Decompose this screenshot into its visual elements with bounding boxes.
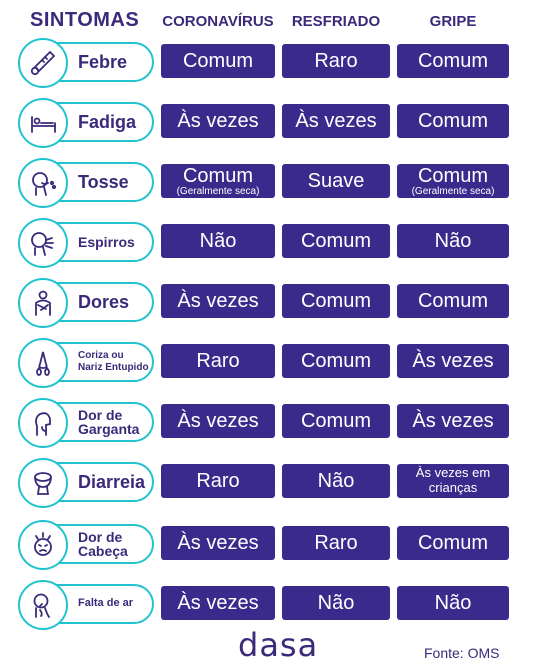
header-symptoms: SINTOMAS [30,9,140,31]
cell-coronavirus: Às vezes [161,586,275,620]
thermometer-icon [18,38,68,88]
cell-flu: Não [397,224,509,258]
symptom-row-tosse: Tosse Comum (Geralmente seca) Suave Comum… [0,158,534,208]
cell-cold: Suave [282,164,390,198]
symptom-pill: Fadiga [18,98,154,148]
symptom-row-febre: Febre Comum Raro Comum [0,38,534,88]
cell-coronavirus: Não [161,224,275,258]
cell-flu: Comum [397,284,509,318]
symptom-row-falta-de-ar: Falta de ar Às vezes Não Não [0,580,534,630]
cell-coronavirus: Raro [161,344,275,378]
cell-coronavirus: Às vezes [161,104,275,138]
sore-throat-icon [18,398,68,448]
body-ache-icon [18,278,68,328]
symptom-pill: Dores [18,278,154,328]
shortness-of-breath-icon [18,580,68,630]
symptom-pill: Febre [18,38,154,88]
cell-coronavirus: Comum [161,44,275,78]
cell-cold: Comum [282,344,390,378]
symptom-pill: Tosse [18,158,154,208]
cell-flu: Comum (Geralmente seca) [397,164,509,198]
symptom-label: Dores [78,292,130,312]
symptom-row-diarreia: Diarreia Raro Não Às vezes em crianças [0,458,534,508]
header-flu: GRIPE [429,13,477,30]
symptom-label: Fadiga [78,112,137,132]
cell-coronavirus: Comum (Geralmente seca) [161,164,275,198]
symptom-label: Espirros [78,234,135,250]
dasa-logo: dasa [238,626,319,664]
symptom-label: Coriza ou Nariz Entupido [78,349,149,374]
cell-cold: Raro [282,526,390,560]
symptom-label: Diarreia [78,472,146,492]
cell-flu: Comum [397,526,509,560]
cell-coronavirus: Às vezes [161,526,275,560]
source-text: Fonte: OMS [424,645,500,661]
toilet-icon [18,458,68,508]
symptom-row-dores: Dores Às vezes Comum Comum [0,278,534,328]
symptom-label: Dor de Cabeça [78,529,128,559]
cell-cold: Comum [282,224,390,258]
symptom-label: Dor de Garganta [78,407,140,437]
symptom-row-fadiga: Fadiga Às vezes Às vezes Comum [0,98,534,148]
cell-coronavirus: Raro [161,464,275,498]
symptom-pill: Coriza ou Nariz Entupido [18,338,154,388]
symptom-row-espirros: Espirros Não Comum Não [0,218,534,268]
cell-flu: Às vezes [397,404,509,438]
cell-flu: Não [397,586,509,620]
cell-cold: Comum [282,404,390,438]
symptom-pill: Falta de ar [18,580,154,630]
headache-icon [18,520,68,570]
symptom-pill: Espirros [18,218,154,268]
symptom-label: Tosse [78,172,129,192]
cell-flu: Comum [397,104,509,138]
cell-cold: Às vezes [282,104,390,138]
symptom-label: Falta de ar [78,597,134,610]
bed-icon [18,98,68,148]
symptom-pill: Dor de Garganta [18,398,154,448]
cell-flu: Comum [397,44,509,78]
header-coronavirus: CORONAVÍRUS [162,13,274,30]
symptom-label: Febre [78,52,128,72]
cell-flu: Às vezes em crianças [397,464,509,498]
symptom-pill: Dor de Cabeça [18,520,154,570]
symptom-row-dor-de-cabeca: Dor de Cabeça Às vezes Raro Comum [0,520,534,570]
cell-cold: Não [282,586,390,620]
cell-flu: Às vezes [397,344,509,378]
cell-coronavirus: Às vezes [161,284,275,318]
symptom-row-dor-de-garganta: Dor de Garganta Às vezes Comum Às vezes [0,398,534,448]
symptom-row-coriza: Coriza ou Nariz Entupido Raro Comum Às v… [0,338,534,388]
sneeze-icon [18,218,68,268]
cough-icon [18,158,68,208]
symptom-pill: Diarreia [18,458,154,508]
runny-nose-icon [18,338,68,388]
cell-coronavirus: Às vezes [161,404,275,438]
header-cold: RESFRIADO [291,13,381,30]
cell-cold: Não [282,464,390,498]
cell-cold: Raro [282,44,390,78]
cell-cold: Comum [282,284,390,318]
